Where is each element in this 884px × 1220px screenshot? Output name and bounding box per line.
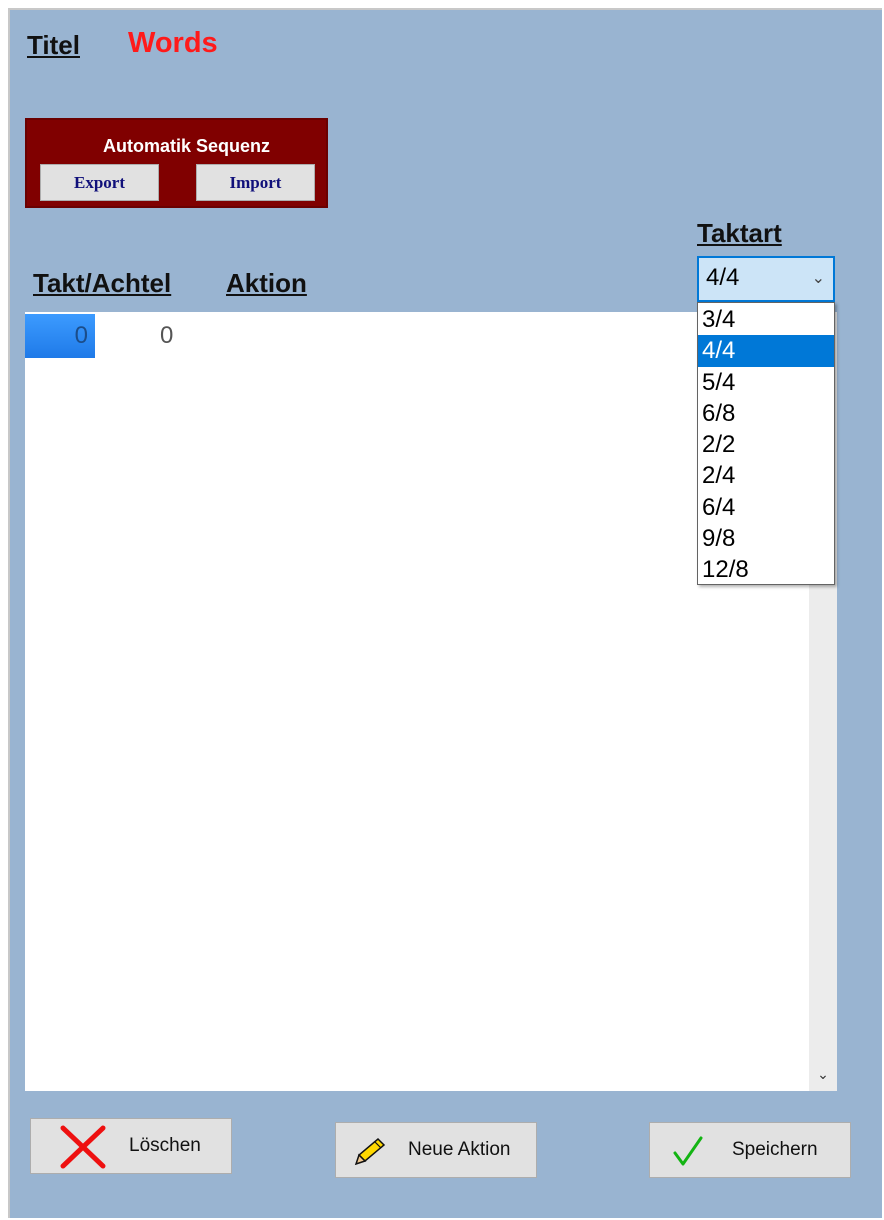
takt-cell[interactable]: 0 — [25, 314, 95, 358]
taktart-selected-value: 4/4 — [706, 264, 740, 291]
import-button[interactable]: Import — [196, 164, 315, 201]
automatik-sequenz-title: Automatik Sequenz — [102, 136, 271, 156]
taktart-select[interactable]: 4/4 ⌄ — [697, 256, 835, 302]
taktart-option[interactable]: 6/4 — [698, 492, 834, 523]
check-icon — [673, 1136, 703, 1166]
taktart-option[interactable]: 2/2 — [698, 429, 834, 460]
column-header-takt-achtel: Takt/Achtel — [33, 268, 172, 298]
new-action-button-label: Neue Aktion — [408, 1139, 511, 1160]
export-button[interactable]: Export — [40, 164, 159, 201]
title-value: Words — [128, 27, 218, 59]
chevron-down-icon: ⌄ — [811, 270, 825, 287]
taktart-dropdown: 3/4 4/4 5/4 6/8 2/2 2/4 6/4 9/8 12/8 — [697, 302, 835, 585]
pencil-icon — [354, 1137, 386, 1165]
taktart-option[interactable]: 9/8 — [698, 523, 834, 554]
achtel-cell[interactable]: 0 — [160, 322, 173, 350]
new-action-button[interactable]: Neue Aktion — [335, 1122, 537, 1178]
automatik-sequenz-panel: Automatik Sequenz Export Import — [25, 118, 328, 208]
taktart-option[interactable]: 4/4 — [698, 335, 834, 367]
taktart-label: Taktart — [697, 218, 782, 248]
save-button-label: Speichern — [732, 1139, 818, 1160]
title-label: Titel — [27, 30, 80, 60]
taktart-option[interactable]: 6/8 — [698, 398, 834, 429]
taktart-option[interactable]: 3/4 — [698, 304, 834, 335]
delete-button[interactable]: Löschen — [30, 1118, 232, 1174]
column-header-aktion: Aktion — [226, 268, 307, 298]
delete-button-label: Löschen — [129, 1135, 201, 1156]
taktart-option[interactable]: 5/4 — [698, 367, 834, 398]
x-icon — [60, 1125, 106, 1169]
save-button[interactable]: Speichern — [649, 1122, 851, 1178]
taktart-option[interactable]: 12/8 — [698, 554, 834, 585]
chevron-down-icon[interactable]: ⌄ — [809, 1066, 837, 1083]
taktart-option[interactable]: 2/4 — [698, 460, 834, 491]
